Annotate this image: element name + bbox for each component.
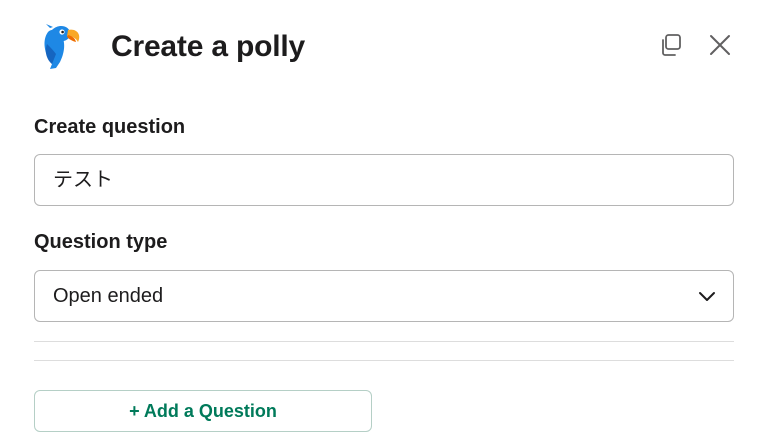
modal-title: Create a polly	[111, 30, 305, 63]
question-type-select[interactable]: Open ended	[34, 270, 734, 322]
add-question-button[interactable]: + Add a Question	[34, 390, 372, 432]
popout-icon	[662, 34, 681, 56]
popout-button[interactable]	[656, 30, 686, 60]
close-button[interactable]	[705, 30, 735, 60]
add-question-label: + Add a Question	[129, 400, 277, 421]
question-input[interactable]: テスト	[34, 154, 734, 206]
divider	[34, 341, 734, 342]
question-input-value: テスト	[53, 169, 113, 191]
create-question-label: Create question	[34, 116, 186, 138]
divider	[34, 360, 734, 361]
close-icon	[710, 35, 730, 55]
create-polly-modal: Create a polly Create question テスト Quest…	[0, 0, 768, 447]
chevron-down-icon	[699, 292, 715, 301]
question-type-label: Question type	[34, 231, 168, 253]
modal-header: Create a polly	[0, 0, 768, 94]
question-type-selected: Open ended	[53, 285, 164, 307]
polly-parrot-logo	[38, 24, 82, 70]
